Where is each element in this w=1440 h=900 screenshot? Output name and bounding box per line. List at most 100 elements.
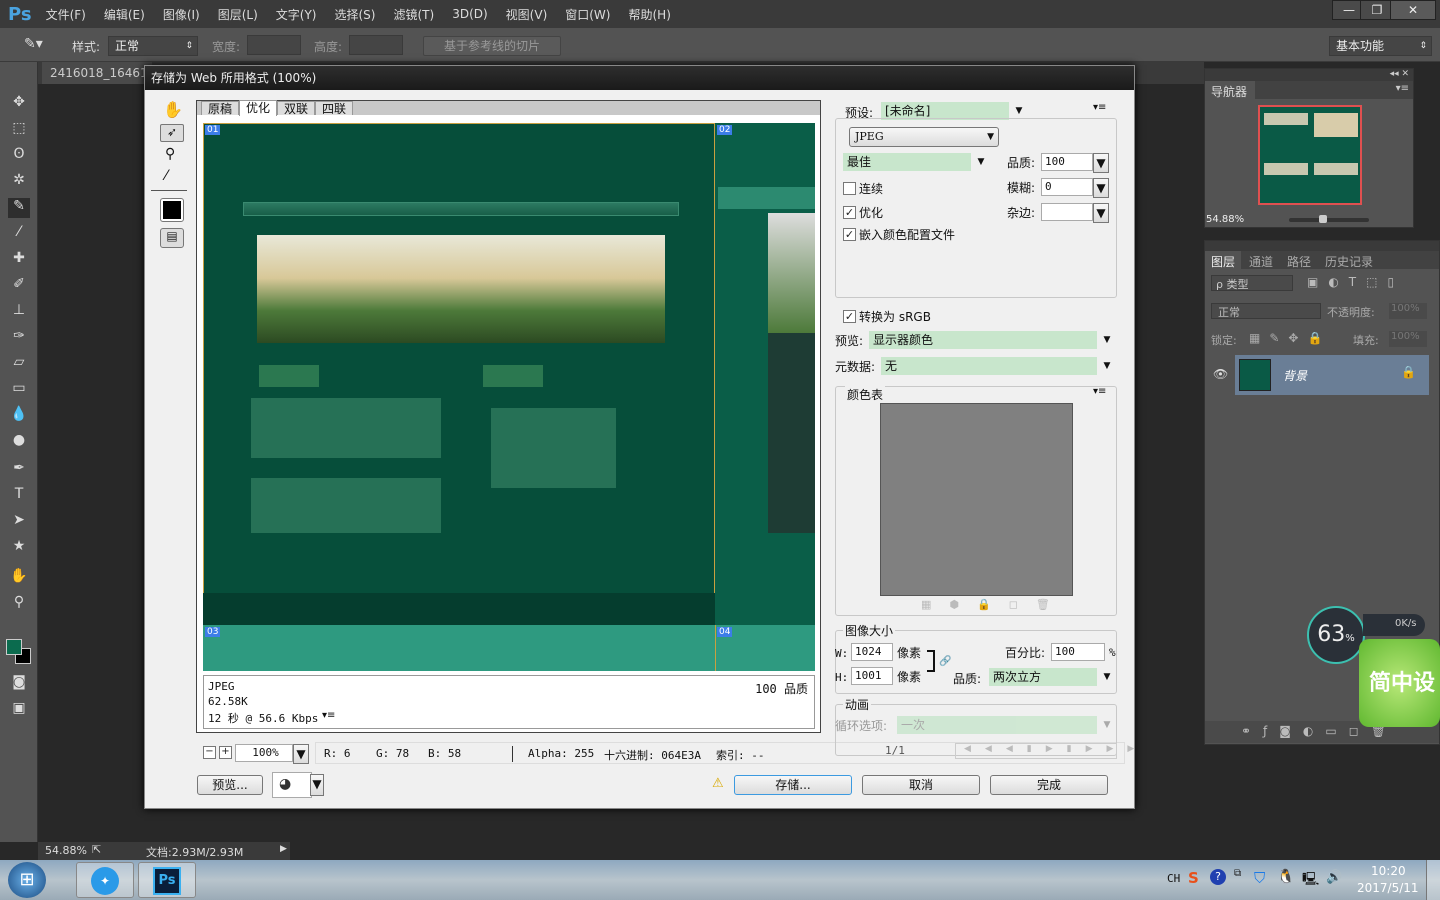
- preview-mode-select[interactable]: 显示器颜色: [869, 331, 1097, 349]
- status-menu-arrow[interactable]: ▶: [280, 844, 287, 854]
- start-button[interactable]: ⊞: [8, 862, 46, 898]
- resample-select[interactable]: 两次立方: [989, 668, 1097, 686]
- slices-from-guides-button[interactable]: 基于参考线的切片: [423, 36, 561, 56]
- format-select[interactable]: JPEG ▼: [849, 127, 999, 147]
- color-table-menu-icon[interactable]: ▾≡: [1093, 386, 1106, 397]
- menu-help[interactable]: 帮助(H): [628, 6, 670, 23]
- menu-filter[interactable]: 滤镜(T): [393, 6, 434, 23]
- navigator-thumbnail[interactable]: [1258, 105, 1362, 205]
- magic-wand-icon[interactable]: ✲: [8, 172, 30, 192]
- app-badge[interactable]: 简中设: [1359, 639, 1440, 727]
- tab-navigator[interactable]: 导航器: [1205, 81, 1255, 99]
- cancel-button[interactable]: 取消: [862, 775, 980, 795]
- tab-layers[interactable]: 图层: [1205, 251, 1242, 269]
- document-tab[interactable]: 2416018_16461: [42, 62, 152, 84]
- image-height-input[interactable]: 1001: [851, 667, 893, 685]
- stamp-icon[interactable]: ⊥: [8, 302, 30, 322]
- tab-optimized[interactable]: 优化: [239, 100, 278, 116]
- compression-select[interactable]: 最佳: [843, 153, 971, 171]
- zoom-tool-icon[interactable]: ⚲: [165, 146, 175, 162]
- save-button[interactable]: 存储...: [734, 775, 852, 795]
- width-input[interactable]: [247, 35, 301, 55]
- tray-expand-icon[interactable]: ⧉: [1234, 868, 1241, 879]
- compression-dropdown-icon[interactable]: ▼: [973, 153, 989, 171]
- slice-01-label[interactable]: 01: [205, 125, 221, 135]
- menu-3d[interactable]: 3D(D): [452, 7, 487, 21]
- eyedropper-color[interactable]: [160, 198, 184, 222]
- restore-button[interactable]: ❐: [1360, 0, 1394, 20]
- status-zoom[interactable]: 54.88%: [45, 844, 87, 857]
- cpu-usage-widget[interactable]: 63%: [1307, 606, 1365, 664]
- menu-select[interactable]: 选择(S): [335, 6, 376, 23]
- tab-original[interactable]: 原稿: [201, 101, 240, 116]
- hand-icon[interactable]: ✋: [8, 568, 30, 588]
- lock-icons[interactable]: ▦✎✥🔒: [1249, 331, 1331, 345]
- qq-icon[interactable]: 🐧: [1277, 869, 1294, 885]
- dodge-icon[interactable]: ●: [8, 432, 30, 452]
- tab-2up[interactable]: 双联: [277, 101, 316, 116]
- zoom-dropdown[interactable]: ▼: [293, 744, 309, 764]
- loop-dropdown-icon[interactable]: ▼: [1099, 716, 1115, 734]
- history-brush-icon[interactable]: ✑: [8, 328, 30, 348]
- quality-dropdown[interactable]: ▼: [1093, 153, 1109, 173]
- volume-icon[interactable]: 🔊: [1326, 870, 1342, 885]
- show-desktop-button[interactable]: [1426, 860, 1440, 900]
- slice-tool-icon[interactable]: ✎▾: [24, 36, 43, 52]
- matte-input[interactable]: [1041, 203, 1093, 221]
- zoom-in-button[interactable]: +: [219, 746, 232, 759]
- toggle-slices-icon[interactable]: ▤: [160, 228, 184, 248]
- done-button[interactable]: 完成: [990, 775, 1108, 795]
- layer-filter-select[interactable]: ρ 类型: [1211, 275, 1293, 291]
- tab-4up[interactable]: 四联: [315, 101, 354, 116]
- tab-channels[interactable]: 通道: [1249, 253, 1273, 270]
- slice-02-label[interactable]: 02: [717, 125, 733, 135]
- help-icon[interactable]: ?: [1210, 869, 1226, 885]
- marquee-tool-icon[interactable]: ⬚: [8, 120, 30, 140]
- image-width-input[interactable]: 1024: [851, 643, 893, 661]
- tab-paths[interactable]: 路径: [1287, 253, 1311, 270]
- loop-select[interactable]: 一次: [897, 716, 1097, 734]
- close-button[interactable]: ✕: [1390, 0, 1436, 20]
- pen-icon[interactable]: ✒: [8, 460, 30, 480]
- navigator-zoom[interactable]: 54.88%: [1206, 214, 1244, 225]
- path-select-icon[interactable]: ➤: [8, 512, 30, 532]
- style-select[interactable]: 正常 ⇕: [108, 36, 198, 56]
- metadata-dropdown-icon[interactable]: ▼: [1099, 357, 1115, 375]
- tab-history[interactable]: 历史记录: [1325, 253, 1373, 270]
- zoom-icon[interactable]: ⚲: [8, 594, 30, 614]
- srgb-checkbox[interactable]: ✓: [843, 310, 856, 323]
- blend-mode-select[interactable]: 正常: [1211, 303, 1321, 319]
- navigator-zoom-slider[interactable]: [1289, 215, 1369, 223]
- menu-window[interactable]: 窗口(W): [565, 6, 610, 23]
- metadata-select[interactable]: 无: [881, 357, 1097, 375]
- layer-filter-icons[interactable]: ▣◐T⬚▯: [1307, 275, 1404, 289]
- move-tool-icon[interactable]: ✥: [8, 94, 30, 114]
- gradient-icon[interactable]: ▭: [8, 380, 30, 400]
- foreground-color[interactable]: [6, 639, 22, 655]
- navigator-menu-icon[interactable]: ▾≡: [1396, 83, 1409, 94]
- clock-date[interactable]: 2017/5/11: [1357, 881, 1419, 895]
- quick-mask-icon[interactable]: ◙: [8, 674, 30, 694]
- slice-tool-icon[interactable]: ✎: [8, 198, 30, 218]
- percent-input[interactable]: 100: [1051, 643, 1105, 661]
- embed-profile-checkbox[interactable]: ✓: [843, 228, 856, 241]
- menu-type[interactable]: 文字(Y): [276, 6, 317, 23]
- eyedropper-icon[interactable]: ⁄: [8, 224, 30, 244]
- slice-select-tool-icon[interactable]: ➶: [160, 124, 184, 142]
- progressive-checkbox[interactable]: [843, 182, 856, 195]
- menu-image[interactable]: 图像(I): [163, 6, 200, 23]
- security-shield-icon[interactable]: ⛉: [1254, 869, 1265, 887]
- zoom-out-button[interactable]: −: [203, 746, 216, 759]
- clock-time[interactable]: 10:20: [1371, 864, 1406, 878]
- eraser-icon[interactable]: ▱: [8, 354, 30, 374]
- menu-layer[interactable]: 图层(L): [218, 6, 258, 23]
- animation-controls[interactable]: ◀◀◀▮▶▮▶▶▶: [955, 743, 1134, 759]
- matte-dropdown[interactable]: ▼: [1093, 203, 1109, 223]
- color-table-actions[interactable]: ▦⬢🔒◻🗑: [921, 598, 1068, 611]
- input-language[interactable]: CH: [1167, 872, 1180, 885]
- eyedropper-tool-icon[interactable]: ⁄: [165, 168, 167, 184]
- menu-file[interactable]: 文件(F): [46, 6, 86, 23]
- workspace-select[interactable]: 基本功能 ⇕: [1329, 36, 1432, 56]
- settings-menu-icon[interactable]: ▾≡: [1093, 102, 1106, 113]
- resample-dropdown-icon[interactable]: ▼: [1099, 668, 1115, 686]
